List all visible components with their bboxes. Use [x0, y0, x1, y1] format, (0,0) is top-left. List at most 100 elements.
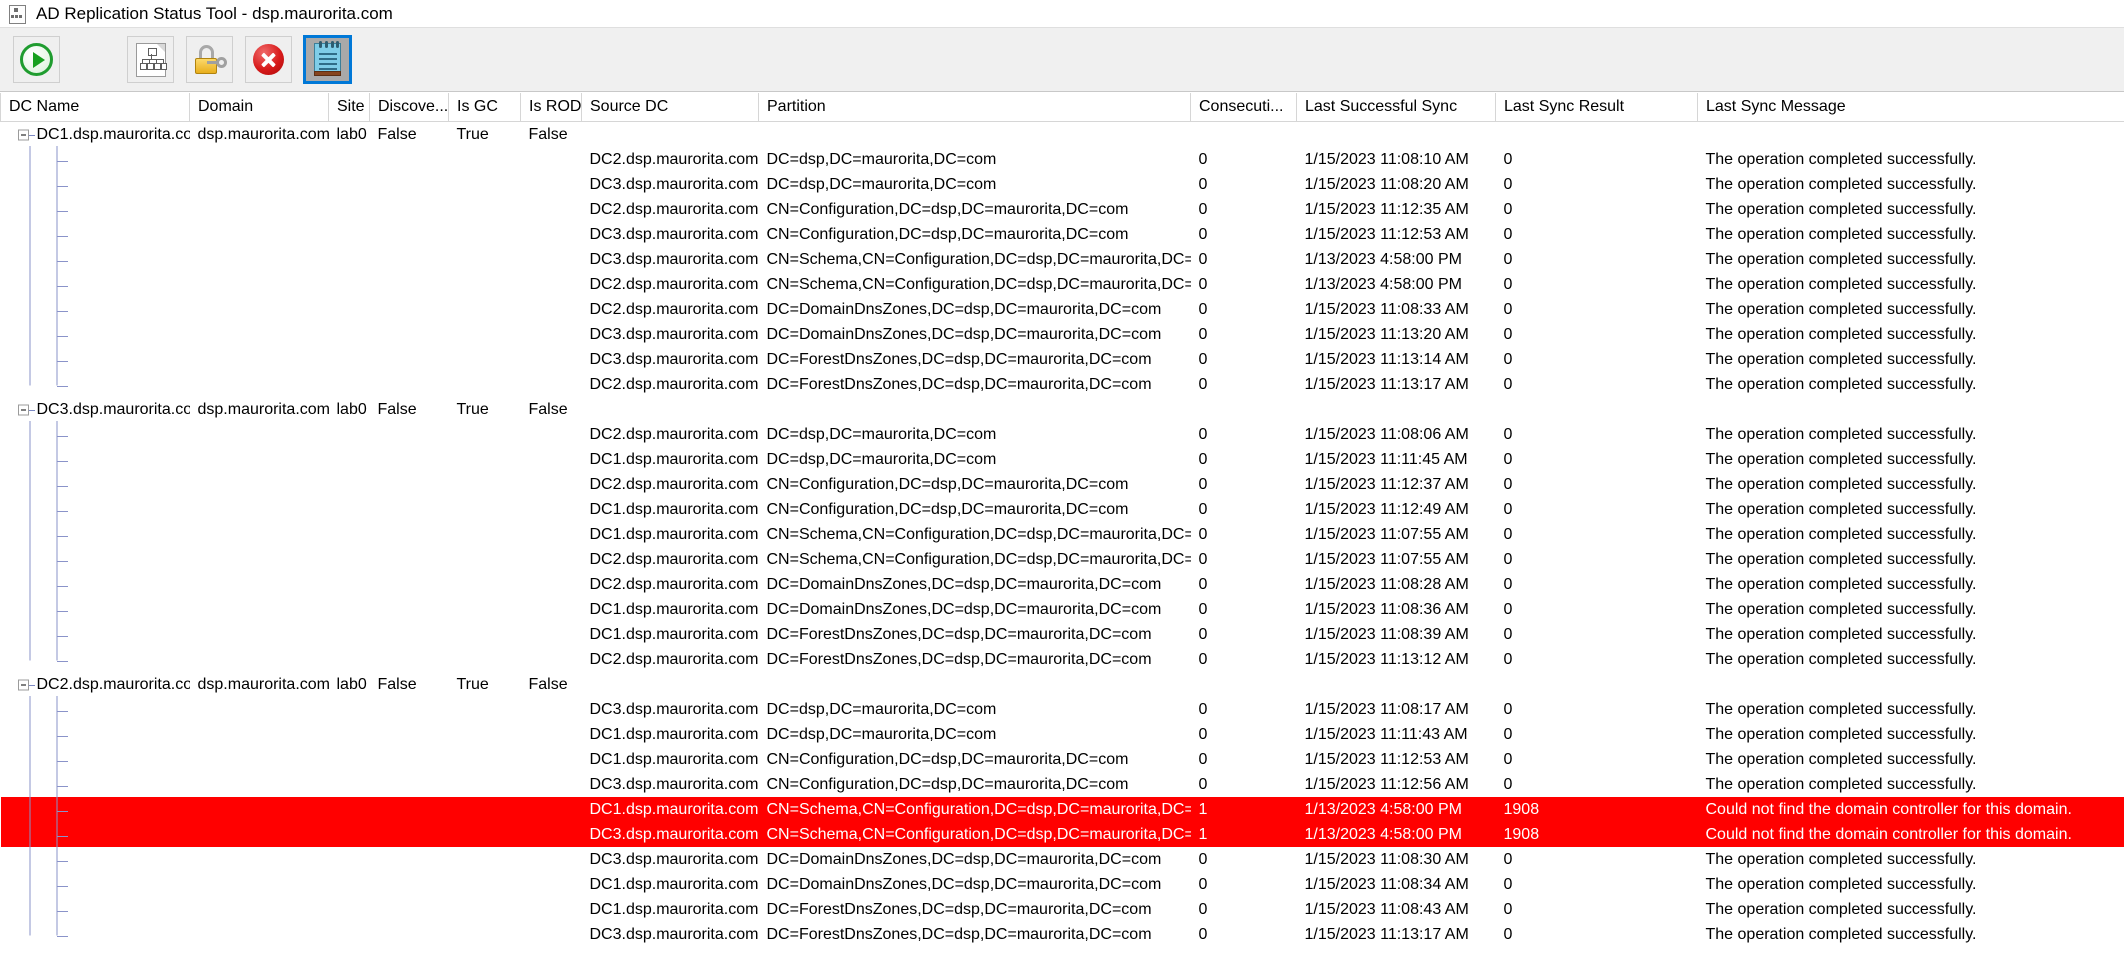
table-row[interactable]: DC1.dsp.maurorita.com CN=Configuration,DC… — [1, 747, 2124, 772]
dc-name-cell — [1, 447, 190, 472]
table-row[interactable]: DC3.dsp.maurorita.com CN=Configuration,DC… — [1, 222, 2124, 247]
sync-message-cell: The operation completed successfully. — [1705, 551, 1977, 568]
discovered-cell — [370, 497, 449, 522]
partition-cell: DC=dsp,DC=maurorita,DC=com — [766, 151, 997, 168]
column-header-is_gc[interactable]: Is GC — [448, 93, 521, 122]
column-header-site[interactable]: Site — [328, 93, 370, 122]
discovered-cell — [370, 372, 449, 397]
column-header-dc_name[interactable]: DC Name — [0, 93, 190, 122]
table-body: DC1.dsp.maurorita.com dsp.maurorita.com la… — [0, 122, 2124, 948]
domain-cell — [190, 372, 329, 397]
table-row[interactable]: DC1.dsp.maurorita.com DC=DomainDnsZones,D… — [1, 872, 2124, 897]
table-row[interactable]: DC2.dsp.maurorita.com CN=Schema,CN=Config… — [1, 547, 2124, 572]
group-row[interactable]: DC3.dsp.maurorita.com dsp.maurorita.com la… — [1, 397, 2124, 422]
sync-result-cell: 1908 — [1495, 822, 1698, 847]
errors-button[interactable] — [245, 36, 292, 83]
dc-name-cell[interactable]: DC3.dsp.maurorita.com — [1, 397, 190, 422]
table-row-error[interactable]: DC3.dsp.maurorita.com CN=Schema,CN=Config… — [0, 822, 2124, 847]
column-header-sync_message[interactable]: Last Sync Message — [1697, 93, 2124, 122]
source-dc-cell: DC2.dsp.maurorita.com — [589, 651, 759, 668]
is-gc-cell — [449, 222, 521, 247]
partition-cell: DC=DomainDnsZones,DC=dsp,DC=maurorita,DC… — [766, 301, 1162, 318]
window-title: AD Replication Status Tool - dsp.maurori… — [36, 3, 393, 23]
last-sync-cell: 1/15/2023 11:13:12 AM — [1304, 651, 1469, 668]
table-row[interactable]: DC2.dsp.maurorita.com DC=ForestDnsZones,D… — [1, 372, 2124, 397]
table-row[interactable]: DC2.dsp.maurorita.com DC=dsp,DC=maurorita… — [1, 147, 2124, 172]
table-row[interactable]: DC3.dsp.maurorita.com DC=ForestDnsZones,D… — [1, 922, 2124, 947]
table-row[interactable]: DC1.dsp.maurorita.com CN=Schema,CN=Config… — [1, 522, 2124, 547]
discovered-cell — [370, 922, 449, 947]
table-row[interactable]: DC1.dsp.maurorita.com CN=Configuration,DC… — [1, 497, 2124, 522]
table-row[interactable]: DC2.dsp.maurorita.com DC=ForestDnsZones,D… — [1, 647, 2124, 672]
site-cell — [329, 897, 370, 922]
column-header-consecutive[interactable]: Consecuti... — [1190, 93, 1297, 122]
domain-cell — [190, 572, 329, 597]
column-header-last_sync[interactable]: Last Successful Sync — [1296, 93, 1496, 122]
group-row[interactable]: DC1.dsp.maurorita.com dsp.maurorita.com la… — [1, 122, 2124, 148]
table-row[interactable]: DC1.dsp.maurorita.com DC=ForestDnsZones,D… — [1, 622, 2124, 647]
table-row[interactable]: DC1.dsp.maurorita.com DC=DomainDnsZones,D… — [1, 597, 2124, 622]
site-cell — [329, 572, 370, 597]
toolbar — [0, 27, 2124, 92]
column-header-domain[interactable]: Domain — [189, 93, 329, 122]
sync-result-cell: 0 — [1503, 251, 1513, 268]
table-row[interactable]: DC3.dsp.maurorita.com CN=Configuration,DC… — [1, 772, 2124, 797]
expander-collapse-icon[interactable] — [17, 129, 29, 140]
domain-cell — [190, 322, 329, 347]
group-row[interactable]: DC2.dsp.maurorita.com dsp.maurorita.com la… — [1, 672, 2124, 697]
discovered-cell — [370, 322, 449, 347]
dc-name-cell[interactable]: DC2.dsp.maurorita.com — [1, 672, 190, 697]
consecutive-cell: 0 — [1198, 526, 1208, 543]
column-header-source_dc[interactable]: Source DC — [581, 93, 759, 122]
expander-collapse-icon[interactable] — [17, 404, 29, 415]
sync-result-cell: 0 — [1503, 926, 1513, 943]
table-row[interactable]: DC3.dsp.maurorita.com DC=DomainDnsZones,D… — [1, 322, 2124, 347]
table-row[interactable]: DC3.dsp.maurorita.com DC=dsp,DC=maurorita… — [1, 172, 2124, 197]
partition-cell: DC=ForestDnsZones,DC=dsp,DC=maurorita,DC… — [766, 926, 1152, 943]
column-header-partition[interactable]: Partition — [758, 93, 1191, 122]
discovered-cell — [370, 647, 449, 672]
run-button[interactable] — [13, 36, 60, 83]
column-header-sync_result[interactable]: Last Sync Result — [1495, 93, 1698, 122]
table-row[interactable]: DC2.dsp.maurorita.com CN=Configuration,DC… — [1, 197, 2124, 222]
table-row[interactable]: DC2.dsp.maurorita.com CN=Schema,CN=Config… — [1, 272, 2124, 297]
dc-name-cell — [1, 322, 190, 347]
is-gc-cell — [449, 922, 521, 947]
is-rodc-cell — [521, 747, 582, 772]
table-row[interactable]: DC3.dsp.maurorita.com DC=DomainDnsZones,D… — [1, 847, 2124, 872]
last-sync-cell: 1/15/2023 11:13:14 AM — [1304, 351, 1469, 368]
last-sync-cell: 1/15/2023 11:08:30 AM — [1304, 851, 1469, 868]
log-button[interactable] — [303, 35, 352, 84]
column-header-is_rodc[interactable]: Is RODC — [520, 93, 582, 122]
table-row[interactable]: DC3.dsp.maurorita.com CN=Schema,CN=Config… — [1, 247, 2124, 272]
table-row[interactable]: DC1.dsp.maurorita.com DC=dsp,DC=maurorita… — [1, 722, 2124, 747]
is-rodc-cell — [520, 822, 582, 847]
discovered-cell — [370, 747, 449, 772]
domain-cell — [190, 222, 329, 247]
column-header-discovered[interactable]: Discove... — [369, 93, 449, 122]
table-row[interactable]: DC1.dsp.maurorita.com DC=dsp,DC=maurorita… — [1, 447, 2124, 472]
dc-name-cell[interactable]: DC1.dsp.maurorita.com — [1, 122, 190, 148]
sync-result-cell — [1496, 672, 1698, 697]
sync-result-cell: 0 — [1503, 901, 1513, 918]
replication-grid[interactable]: DC NameDomainSiteDiscove...Is GCIs RODCS… — [0, 92, 2124, 976]
expander-collapse-icon[interactable] — [17, 679, 29, 690]
table-row[interactable]: DC1.dsp.maurorita.com DC=ForestDnsZones,D… — [1, 897, 2124, 922]
sync-result-cell: 0 — [1503, 451, 1513, 468]
domain-cell — [189, 822, 329, 847]
table-row[interactable]: DC2.dsp.maurorita.com DC=DomainDnsZones,D… — [1, 572, 2124, 597]
table-row[interactable]: DC3.dsp.maurorita.com DC=ForestDnsZones,D… — [1, 347, 2124, 372]
site-cell — [329, 772, 370, 797]
table-row[interactable]: DC2.dsp.maurorita.com CN=Configuration,DC… — [1, 472, 2124, 497]
sync-message-cell — [1698, 672, 2124, 697]
table-row[interactable]: DC2.dsp.maurorita.com DC=dsp,DC=maurorita… — [1, 422, 2124, 447]
topology-button[interactable] — [127, 36, 174, 83]
site-cell — [329, 147, 370, 172]
table-row-error[interactable]: DC1.dsp.maurorita.com CN=Schema,CN=Config… — [0, 797, 2124, 822]
consecutive-cell: 0 — [1198, 326, 1208, 343]
table-row[interactable]: DC3.dsp.maurorita.com DC=dsp,DC=maurorita… — [1, 697, 2124, 722]
table-row[interactable]: DC2.dsp.maurorita.com DC=DomainDnsZones,D… — [1, 297, 2124, 322]
sync-message-cell: The operation completed successfully. — [1705, 451, 1977, 468]
credentials-button[interactable] — [186, 36, 233, 83]
discovered-cell — [370, 897, 449, 922]
